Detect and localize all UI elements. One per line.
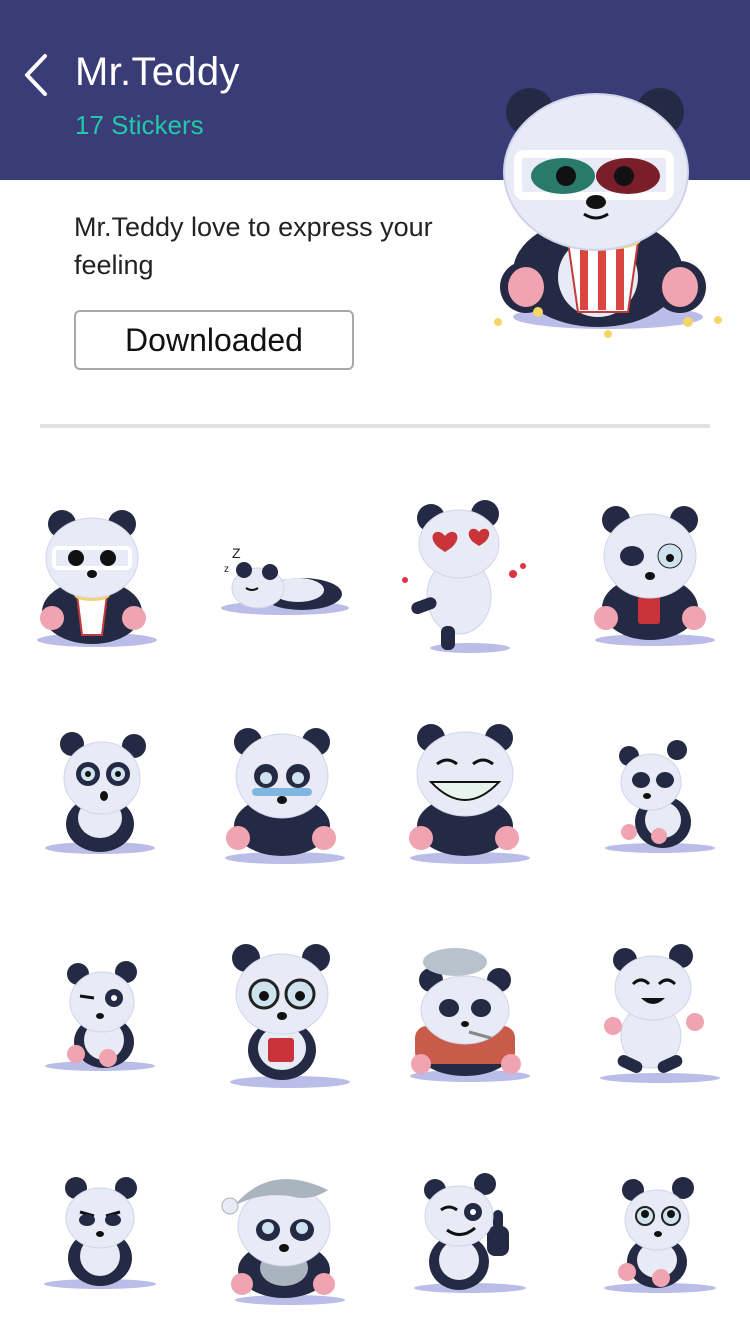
sticker-thumbs-up[interactable] bbox=[395, 1162, 545, 1322]
pack-description: Mr.Teddy love to express your feeling bbox=[74, 212, 433, 280]
sticker-sleeping[interactable]: Z z bbox=[210, 500, 360, 660]
sticker-coffee[interactable] bbox=[580, 500, 730, 660]
page-title: Mr.Teddy bbox=[75, 50, 240, 94]
downloaded-button[interactable]: Downloaded bbox=[74, 310, 354, 370]
chevron-left-icon bbox=[25, 54, 47, 96]
back-button[interactable] bbox=[14, 50, 58, 100]
sticker-angry[interactable] bbox=[30, 1162, 180, 1322]
sticker-grinning[interactable] bbox=[395, 718, 545, 878]
divider bbox=[40, 424, 710, 428]
sticker-in-love[interactable] bbox=[395, 500, 545, 660]
sticker-sick[interactable] bbox=[395, 940, 545, 1100]
sticker-happy[interactable] bbox=[585, 940, 735, 1100]
sticker-popcorn[interactable] bbox=[22, 500, 172, 660]
hero-sticker-image bbox=[488, 72, 738, 342]
sticker-count: 17 Stickers bbox=[75, 110, 204, 140]
svg-text:Z: Z bbox=[232, 545, 241, 561]
svg-text:z: z bbox=[224, 564, 229, 575]
sticker-wink[interactable] bbox=[30, 940, 180, 1100]
sticker-glasses-coffee[interactable] bbox=[210, 940, 360, 1100]
sticker-nightcap[interactable] bbox=[210, 1162, 360, 1322]
sticker-crying[interactable] bbox=[210, 718, 360, 878]
sticker-sad[interactable] bbox=[585, 718, 735, 878]
sticker-surprised[interactable] bbox=[30, 718, 180, 878]
sticker-hopeful[interactable] bbox=[585, 1162, 735, 1322]
